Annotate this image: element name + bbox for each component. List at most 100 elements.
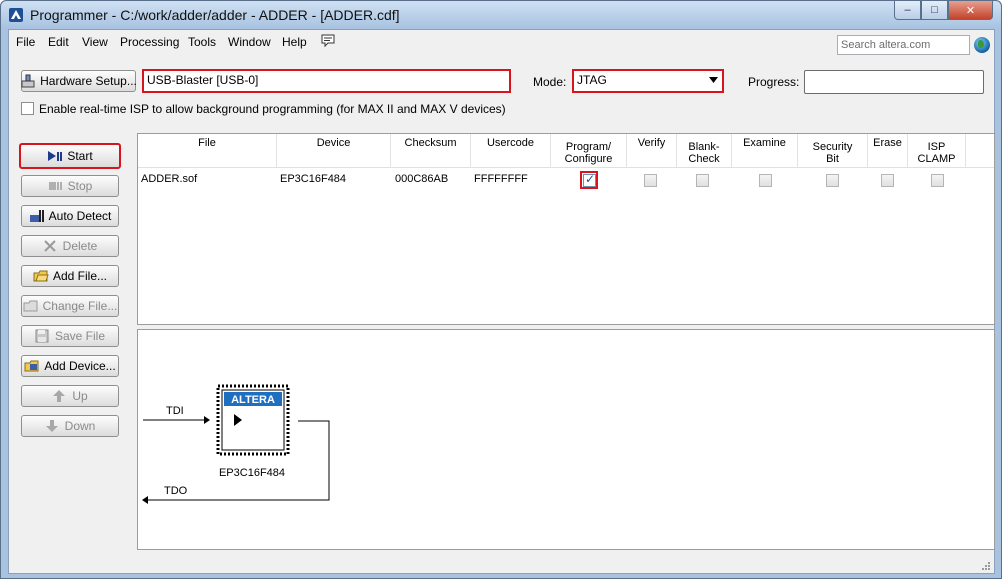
delete-label: Delete: [62, 239, 98, 253]
col-blank-check[interactable]: Blank- Check: [677, 134, 732, 168]
change-file-button[interactable]: Change File...: [21, 295, 119, 317]
status-bar: [9, 553, 994, 573]
col-device[interactable]: Device: [277, 134, 391, 168]
down-label: Down: [64, 419, 96, 433]
auto-detect-button[interactable]: Auto Detect: [21, 205, 119, 227]
stop-icon: [48, 179, 64, 193]
col-checksum[interactable]: Checksum: [391, 134, 471, 168]
save-file-button[interactable]: Save File: [21, 325, 119, 347]
isp-checkbox[interactable]: [21, 102, 34, 115]
window-title: Programmer - C:/work/adder/adder - ADDER…: [30, 7, 400, 23]
chip-device-label: EP3C16F484: [219, 467, 285, 479]
up-arrow-icon: [52, 389, 68, 403]
tdo-label: TDO: [164, 485, 188, 497]
add-device-label: Add Device...: [44, 359, 116, 373]
start-button[interactable]: Start: [19, 143, 121, 169]
add-file-button[interactable]: Add File...: [21, 265, 119, 287]
col-erase-label: Erase: [873, 137, 902, 149]
erase-checkbox[interactable]: [881, 174, 894, 187]
isp-label: Enable real-time ISP to allow background…: [39, 102, 506, 116]
search-input[interactable]: Search altera.com: [837, 35, 970, 55]
add-file-icon: [33, 269, 49, 283]
menu-file[interactable]: File: [16, 35, 35, 49]
auto-detect-icon: [29, 209, 45, 223]
table-header: File Device Checksum Usercode Program/ C…: [138, 134, 994, 168]
add-device-button[interactable]: Add Device...: [21, 355, 119, 377]
col-program-configure[interactable]: Program/ Configure: [551, 134, 627, 168]
verify-checkbox[interactable]: [644, 174, 657, 187]
delete-button[interactable]: Delete: [21, 235, 119, 257]
col-checksum-label: Checksum: [404, 137, 457, 149]
client-area: File Edit View Processing Tools Window H…: [8, 29, 995, 574]
title-bar[interactable]: Programmer - C:/work/adder/adder - ADDER…: [1, 1, 1001, 29]
tdi-arrow: [143, 416, 210, 424]
col-isp-label-2: CLAMP: [917, 152, 956, 165]
menu-window[interactable]: Window: [228, 35, 271, 49]
col-verify-label: Verify: [637, 137, 666, 149]
col-usercode-label: Usercode: [486, 137, 535, 149]
help-chat-icon[interactable]: [320, 34, 336, 48]
col-erase[interactable]: Erase: [868, 134, 908, 168]
device-file-table: File Device Checksum Usercode Program/ C…: [137, 133, 995, 325]
col-verify[interactable]: Verify: [627, 134, 677, 168]
col-program-label-2: Configure: [564, 152, 613, 165]
change-file-icon: [23, 299, 39, 313]
program-configure-checkbox[interactable]: [583, 172, 596, 187]
start-label: Start: [67, 149, 93, 163]
col-isp-clamp[interactable]: ISP CLAMP: [908, 134, 966, 168]
col-usercode[interactable]: Usercode: [471, 134, 551, 168]
mode-select[interactable]: JTAG: [572, 69, 724, 93]
row-file: ADDER.sof: [141, 173, 198, 185]
stop-label: Stop: [67, 179, 93, 193]
start-icon: [47, 149, 63, 163]
menu-bar: File Edit View Processing Tools Window H…: [9, 30, 994, 55]
mode-value: JTAG: [577, 73, 607, 87]
menu-edit[interactable]: Edit: [48, 35, 69, 49]
row-checksum: 000C86AB: [395, 173, 449, 185]
up-button[interactable]: Up: [21, 385, 119, 407]
menu-tools[interactable]: Tools: [188, 35, 216, 49]
menu-help[interactable]: Help: [282, 35, 307, 49]
close-button[interactable]: ✕: [948, 1, 993, 20]
hardware-device-field: USB-Blaster [USB-0]: [142, 69, 511, 93]
chevron-down-icon: [709, 77, 718, 83]
progress-label: Progress:: [748, 75, 800, 89]
row-usercode: FFFFFFFF: [474, 173, 528, 185]
security-bit-checkbox[interactable]: [826, 174, 839, 187]
hardware-setup-label: Hardware Setup...: [40, 74, 137, 88]
down-button[interactable]: Down: [21, 415, 119, 437]
menu-view[interactable]: View: [82, 35, 108, 49]
progress-bar: [804, 70, 984, 94]
jtag-chain-diagram: TDI ALTERA EP3C16F484 TDO: [137, 329, 995, 550]
col-isp-label-1: ISP: [927, 140, 946, 153]
isp-clamp-checkbox[interactable]: [931, 174, 944, 187]
menu-processing[interactable]: Processing: [120, 35, 179, 49]
auto-detect-label: Auto Detect: [48, 209, 112, 223]
add-device-icon: [24, 359, 40, 373]
col-security-label-2: Bit: [826, 152, 839, 165]
change-file-label: Change File...: [42, 299, 118, 313]
col-security-bit[interactable]: Security Bit: [798, 134, 868, 168]
globe-icon[interactable]: [974, 37, 990, 53]
device-chip-icon[interactable]: ALTERA: [216, 384, 290, 456]
maximize-button[interactable]: □: [921, 1, 948, 20]
col-examine[interactable]: Examine: [732, 134, 798, 168]
blank-check-checkbox[interactable]: [696, 174, 709, 187]
altera-logo-text: ALTERA: [231, 394, 275, 406]
stop-button[interactable]: Stop: [21, 175, 119, 197]
down-arrow-icon: [45, 419, 61, 433]
col-file[interactable]: File: [138, 134, 277, 168]
resize-grip-icon[interactable]: [979, 559, 991, 571]
minimize-button[interactable]: –: [894, 1, 921, 20]
hardware-setup-icon: [20, 74, 36, 88]
col-file-label: File: [198, 137, 216, 149]
col-examine-label: Examine: [743, 137, 786, 149]
hardware-setup-button[interactable]: Hardware Setup...: [20, 70, 137, 92]
row-device: EP3C16F484: [280, 173, 347, 185]
col-blank-label-2: Check: [688, 152, 720, 165]
programmer-window: Programmer - C:/work/adder/adder - ADDER…: [0, 0, 1002, 579]
save-file-icon: [35, 329, 51, 343]
col-device-label: Device: [316, 137, 351, 149]
examine-checkbox[interactable]: [759, 174, 772, 187]
up-label: Up: [72, 389, 88, 403]
